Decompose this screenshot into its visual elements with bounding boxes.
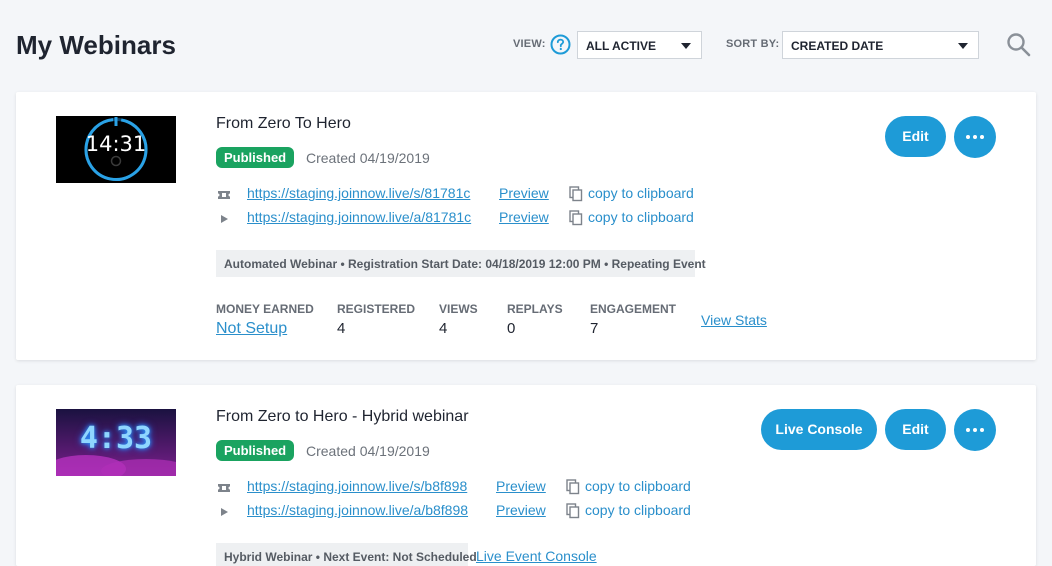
webinar-thumbnail[interactable]: 4:33 (56, 409, 176, 476)
copy-icon[interactable] (569, 210, 583, 226)
view-label: VIEW: (513, 38, 546, 50)
engagement-label: ENGAGEMENT (590, 302, 677, 316)
webinar-title[interactable]: From Zero To Hero (216, 115, 351, 133)
status-badge: Published (216, 440, 295, 461)
more-icon (966, 135, 970, 139)
more-options-button[interactable] (954, 116, 996, 158)
attendee-copy-link[interactable]: copy to clipboard (588, 209, 694, 225)
edit-button[interactable]: Edit (885, 116, 946, 157)
thumbnail-timer-text: 4:33 (79, 421, 153, 456)
thumbnail-timer-text: 14:31 (85, 132, 147, 156)
help-icon[interactable] (550, 34, 571, 55)
copy-icon[interactable] (566, 503, 580, 519)
status-badge: Published (216, 147, 295, 168)
created-date: Created 04/19/2019 (306, 150, 430, 166)
live-event-console-link[interactable]: Live Event Console (476, 548, 597, 564)
webinar-card: 4:33 From Zero to Hero - Hybrid webinar … (16, 385, 1036, 566)
registration-copy-link[interactable]: copy to clipboard (585, 478, 691, 494)
copy-icon[interactable] (566, 479, 580, 495)
registration-copy-link[interactable]: copy to clipboard (588, 185, 694, 201)
attendee-copy-link[interactable]: copy to clipboard (585, 502, 691, 518)
engagement-value: 7 (590, 320, 599, 337)
views-value: 4 (439, 320, 448, 337)
attendee-url-link[interactable]: https://staging.joinnow.live/a/b8f898 (247, 502, 468, 518)
page-header: My Webinars VIEW: ALL ACTIVE SORT BY: CR… (0, 0, 1052, 92)
more-icon-dot (980, 428, 984, 432)
play-icon (221, 215, 228, 223)
more-icon-dot (973, 428, 977, 432)
live-console-button[interactable]: Live Console (761, 409, 877, 450)
copy-icon[interactable] (569, 186, 583, 202)
attendee-link-row: https://staging.joinnow.live/a/b8f898 Pr… (216, 502, 736, 522)
registration-preview-link[interactable]: Preview (496, 478, 546, 494)
webinar-thumbnail[interactable]: 14:31 (56, 116, 176, 183)
registration-link-row: https://staging.joinnow.live/s/b8f898 Pr… (216, 478, 736, 498)
created-date: Created 04/19/2019 (306, 443, 430, 459)
attendee-preview-link[interactable]: Preview (499, 209, 549, 225)
webinar-card: 14:31 From Zero To Hero Published Create… (16, 92, 1036, 360)
sort-select-value: CREATED DATE (791, 39, 884, 53)
view-stats-link[interactable]: View Stats (701, 312, 767, 328)
attendee-link-row: https://staging.joinnow.live/a/81781c Pr… (216, 209, 736, 229)
attendee-preview-link[interactable]: Preview (496, 502, 546, 518)
money-earned-label: MONEY EARNED (216, 302, 314, 316)
sort-select[interactable]: CREATED DATE (782, 31, 979, 59)
view-select[interactable]: ALL ACTIVE (577, 31, 702, 59)
more-icon-dot (973, 135, 977, 139)
more-options-button[interactable] (954, 409, 996, 451)
chevron-down-icon (958, 43, 968, 49)
attendee-url-link[interactable]: https://staging.joinnow.live/a/81781c (247, 209, 471, 225)
replays-value: 0 (507, 320, 516, 337)
webinar-info-bar: Automated Webinar • Registration Start D… (216, 250, 706, 277)
sort-label: SORT BY: (726, 38, 780, 50)
replays-label: REPLAYS (507, 302, 563, 316)
more-icon-dot (980, 135, 984, 139)
views-label: VIEWS (439, 302, 478, 316)
registered-value: 4 (337, 320, 346, 337)
search-icon[interactable] (1006, 32, 1032, 58)
registered-label: REGISTERED (337, 302, 416, 316)
chevron-down-icon (681, 43, 691, 49)
more-icon (966, 428, 970, 432)
registration-url-link[interactable]: https://staging.joinnow.live/s/81781c (247, 185, 470, 201)
view-select-value: ALL ACTIVE (586, 39, 657, 53)
play-icon (221, 508, 228, 516)
registration-preview-link[interactable]: Preview (499, 185, 549, 201)
webinar-info-bar: Hybrid Webinar • Next Event: Not Schedul… (216, 543, 477, 566)
ticket-icon (218, 191, 230, 199)
registration-link-row: https://staging.joinnow.live/s/81781c Pr… (216, 185, 736, 205)
money-earned-link[interactable]: Not Setup (216, 320, 287, 338)
edit-button[interactable]: Edit (885, 409, 946, 450)
page-title: My Webinars (16, 30, 176, 60)
ticket-icon (218, 484, 230, 492)
webinar-title[interactable]: From Zero to Hero - Hybrid webinar (216, 408, 469, 426)
registration-url-link[interactable]: https://staging.joinnow.live/s/b8f898 (247, 478, 467, 494)
